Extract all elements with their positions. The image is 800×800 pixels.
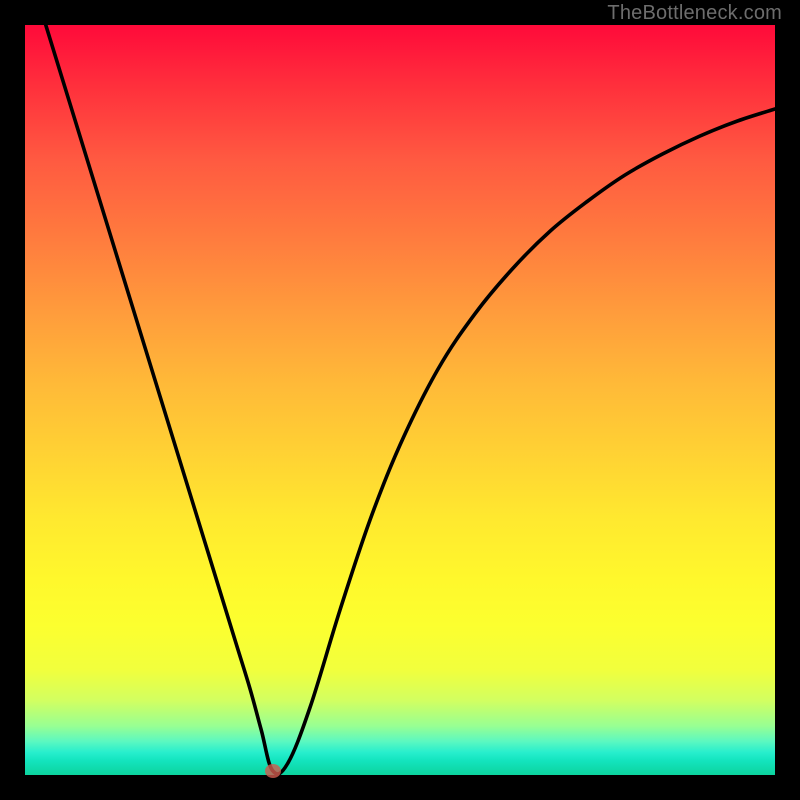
plot-area — [25, 25, 775, 775]
minimum-marker — [265, 764, 281, 778]
watermark-text: TheBottleneck.com — [607, 2, 782, 25]
chart-frame: TheBottleneck.com — [0, 0, 800, 800]
bottleneck-curve — [25, 25, 775, 775]
